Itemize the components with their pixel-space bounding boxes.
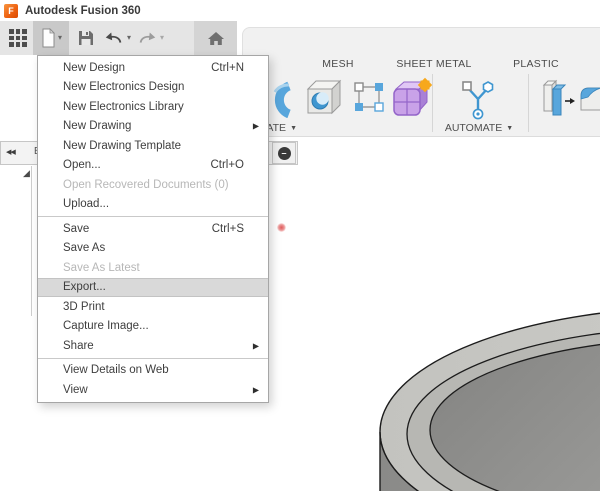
menu-item-label: New Drawing Template bbox=[63, 140, 181, 152]
menu-item-save-as[interactable]: Save As bbox=[38, 239, 268, 259]
menu-item-shortcut: Ctrl+S bbox=[212, 223, 244, 235]
cursor-marker bbox=[277, 223, 286, 232]
app-grid-button[interactable] bbox=[4, 21, 32, 55]
menu-item-label: Open Recovered Documents (0) bbox=[63, 179, 229, 191]
redo-caret-icon: ▾ bbox=[160, 34, 164, 42]
menu-item-new-drawing[interactable]: New Drawing ▶ bbox=[38, 117, 268, 137]
chevron-down-icon: ▼ bbox=[290, 125, 297, 132]
file-menu-caret-icon: ▾ bbox=[58, 34, 62, 42]
submenu-arrow-icon: ▶ bbox=[253, 122, 259, 131]
mesh-create-tool-icon[interactable] bbox=[265, 78, 295, 118]
fusion360-window: F Autodesk Fusion 360 ▾ bbox=[0, 0, 600, 491]
menu-item-label: Capture Image... bbox=[63, 320, 149, 332]
menu-item-label: View Details on Web bbox=[63, 364, 169, 376]
menu-item-new-electronics-design[interactable]: New Electronics Design bbox=[38, 78, 268, 98]
save-icon bbox=[77, 29, 95, 47]
automate-group-dropdown[interactable]: AUTOMATE ▼ bbox=[443, 121, 515, 135]
create-group-label: ATE bbox=[266, 122, 286, 134]
plastic-thicken-tool-icon[interactable] bbox=[539, 78, 577, 118]
menu-item-label: Upload... bbox=[63, 198, 109, 210]
menu-item-new-electronics-library[interactable]: New Electronics Library bbox=[38, 97, 268, 117]
home-icon bbox=[207, 30, 225, 46]
menu-item-shortcut: Ctrl+O bbox=[210, 159, 244, 171]
save-button[interactable] bbox=[72, 21, 100, 55]
menu-item-save[interactable]: Save Ctrl+S bbox=[38, 219, 268, 239]
tab-plastic[interactable]: PLASTIC bbox=[496, 58, 576, 72]
menu-item-share[interactable]: Share ▶ bbox=[38, 336, 268, 356]
menu-item-label: New Electronics Library bbox=[63, 101, 184, 113]
menu-item-capture-image[interactable]: Capture Image... bbox=[38, 317, 268, 337]
menu-item-label: Export... bbox=[63, 281, 106, 293]
tessellate-tool-icon[interactable] bbox=[389, 75, 435, 119]
undo-icon bbox=[103, 30, 125, 46]
cylinder-model bbox=[380, 307, 600, 491]
viewport-3d[interactable] bbox=[360, 300, 600, 491]
automate-tool-icon[interactable] bbox=[456, 76, 500, 120]
tab-sheet-metal[interactable]: SHEET METAL bbox=[384, 58, 484, 72]
menu-item-label: Save As Latest bbox=[63, 262, 140, 274]
redo-button[interactable]: ▾ bbox=[134, 21, 166, 55]
file-menu-button[interactable]: ▾ bbox=[33, 21, 69, 55]
collapse-panel-button[interactable]: ◀◀ bbox=[6, 146, 15, 160]
menu-item-view[interactable]: View ▶ bbox=[38, 380, 268, 400]
chevron-down-icon: ▼ bbox=[506, 125, 513, 132]
file-icon bbox=[40, 28, 56, 48]
undo-caret-icon: ▾ bbox=[127, 34, 131, 42]
menu-item-3d-print[interactable]: 3D Print bbox=[38, 297, 268, 317]
window-title: Autodesk Fusion 360 bbox=[25, 5, 141, 17]
fusion-logo-icon: F bbox=[4, 4, 18, 18]
menu-item-open-recovered-documents-0: Open Recovered Documents (0) bbox=[38, 175, 268, 195]
submenu-arrow-icon: ▶ bbox=[253, 341, 259, 350]
app-grid-icon bbox=[9, 29, 27, 47]
ribbon-divider bbox=[528, 74, 529, 132]
menu-item-upload[interactable]: Upload... bbox=[38, 195, 268, 215]
title-bar: F Autodesk Fusion 360 bbox=[0, 0, 600, 21]
menu-item-save-as-latest: Save As Latest bbox=[38, 258, 268, 278]
quick-access-toolbar: ▾ ▾ ▾ bbox=[0, 21, 237, 55]
minimize-icon: – bbox=[278, 147, 291, 160]
submenu-arrow-icon: ▶ bbox=[253, 385, 259, 394]
menu-item-label: Save bbox=[63, 223, 89, 235]
redo-icon bbox=[136, 30, 158, 46]
ribbon-divider bbox=[432, 74, 433, 132]
mesh-cube-tool-icon[interactable] bbox=[303, 76, 345, 118]
menu-item-new-design[interactable]: New Design Ctrl+N bbox=[38, 58, 268, 78]
menu-item-label: View bbox=[63, 384, 88, 396]
ribbon-toolbar: MESH SHEET METAL PLASTIC bbox=[242, 27, 600, 137]
browser-panel-edge bbox=[31, 166, 32, 316]
menu-item-shortcut: Ctrl+N bbox=[211, 62, 244, 74]
menu-item-view-details-on-web[interactable]: View Details on Web bbox=[38, 361, 268, 381]
minimize-panel-button[interactable]: – bbox=[272, 142, 296, 164]
menu-item-new-drawing-template[interactable]: New Drawing Template bbox=[38, 136, 268, 156]
home-view-button[interactable] bbox=[194, 21, 237, 55]
browser-expand-arrow[interactable]: ◢ bbox=[23, 168, 30, 179]
menu-item-label: Save As bbox=[63, 242, 105, 254]
undo-button[interactable]: ▾ bbox=[101, 21, 133, 55]
menu-separator bbox=[38, 216, 268, 217]
menu-item-label: Open... bbox=[63, 159, 101, 171]
menu-item-label: 3D Print bbox=[63, 301, 105, 313]
tab-mesh[interactable]: MESH bbox=[303, 58, 373, 72]
plastic-part-tool-icon[interactable] bbox=[579, 80, 600, 116]
menu-item-label: New Design bbox=[63, 62, 125, 74]
menu-item-open[interactable]: Open... Ctrl+O bbox=[38, 156, 268, 176]
menu-item-label: New Electronics Design bbox=[63, 81, 184, 93]
file-menu: New Design Ctrl+N New Electronics Design Ne… bbox=[37, 55, 269, 403]
menu-separator bbox=[38, 358, 268, 359]
menu-item-export[interactable]: Export... bbox=[38, 278, 268, 298]
edit-form-tool-icon[interactable] bbox=[351, 79, 387, 115]
menu-item-label: Share bbox=[63, 340, 94, 352]
menu-item-label: New Drawing bbox=[63, 120, 131, 132]
automate-group-label: AUTOMATE bbox=[445, 122, 502, 134]
